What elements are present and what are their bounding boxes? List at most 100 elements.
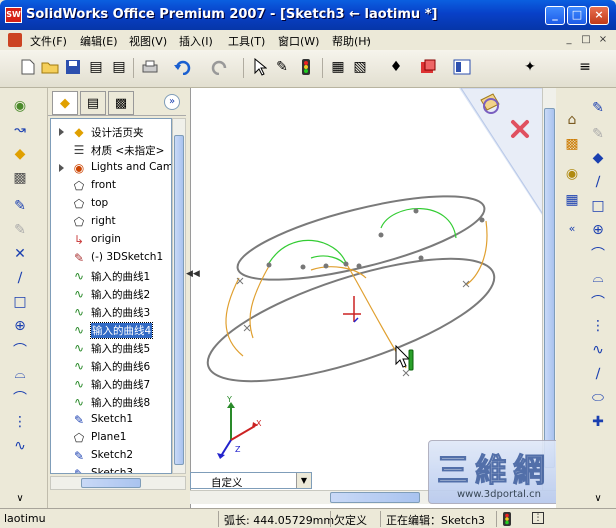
tree-item[interactable]: ⬠ top bbox=[51, 195, 171, 213]
tree-scroll-thumb[interactable] bbox=[174, 135, 184, 465]
tree-item[interactable]: ✎ (-) 3DSketch1 bbox=[51, 249, 171, 267]
viewport-vscroll-thumb[interactable] bbox=[544, 108, 555, 468]
rebuild-status-icon[interactable] bbox=[502, 512, 512, 528]
smart-dimension-icon[interactable]: ↝ bbox=[10, 120, 30, 140]
document-icon[interactable] bbox=[8, 33, 22, 47]
tree-item[interactable]: ◆ 设计活页夹 bbox=[51, 123, 171, 141]
tree-item[interactable]: ∿ 输入的曲线2 bbox=[51, 285, 171, 303]
lower-ellipse[interactable] bbox=[195, 234, 506, 407]
display-style-icon[interactable] bbox=[452, 57, 472, 77]
new-icon[interactable] bbox=[18, 57, 38, 77]
three-point-arc-icon-right[interactable]: ⌒ bbox=[588, 292, 608, 312]
section-view-icon[interactable] bbox=[418, 57, 438, 77]
viewport-vertical-scrollbar[interactable] bbox=[542, 88, 556, 490]
sketch-icon[interactable]: ✎ bbox=[10, 196, 30, 216]
expand-arrow-icon[interactable] bbox=[59, 128, 64, 136]
spline-icon[interactable]: ∿ bbox=[10, 436, 30, 456]
curve-green-1[interactable] bbox=[268, 239, 347, 264]
rebuild-icon[interactable] bbox=[296, 57, 316, 77]
appearance-icon[interactable]: ◉ bbox=[562, 164, 582, 184]
rectangle-icon-right[interactable]: □ bbox=[588, 196, 608, 216]
tree-item[interactable]: ☰ 材质 <未指定> bbox=[51, 141, 171, 159]
tree-item[interactable]: ∿ 输入的曲线7 bbox=[51, 375, 171, 393]
centerpoint-arc-icon[interactable]: ⌒ bbox=[10, 340, 30, 360]
view-orientation-select[interactable]: 自定义 ▼ bbox=[190, 472, 312, 489]
circle-icon-right[interactable]: ⊕ bbox=[588, 220, 608, 240]
tree-item[interactable]: ✎ Sketch3 bbox=[51, 465, 171, 473]
sketch-grid-icon[interactable]: ▧ bbox=[350, 57, 370, 77]
tab-property-manager-icon[interactable]: ▤ bbox=[80, 91, 106, 115]
chevron-down-icon[interactable]: ▼ bbox=[296, 473, 311, 488]
maximize-button[interactable]: □ bbox=[567, 6, 587, 25]
curve-orange-1[interactable] bbox=[225, 277, 244, 357]
tree-item[interactable]: ∿ 输入的曲线3 bbox=[51, 303, 171, 321]
tree-item[interactable]: ✎ Sketch2 bbox=[51, 447, 171, 465]
curve-green-2[interactable] bbox=[310, 255, 347, 267]
menu-view[interactable]: 视图(V) bbox=[129, 33, 167, 49]
title-bar[interactable]: SW SolidWorks Office Premium 2007 - [Ske… bbox=[0, 0, 616, 30]
toolbar-expand-icon-right[interactable]: ∨ bbox=[588, 488, 608, 508]
options-icon[interactable]: ✦ bbox=[520, 57, 540, 77]
rectangle-icon[interactable]: □ bbox=[10, 292, 30, 312]
menu-edit[interactable]: 编辑(E) bbox=[80, 33, 118, 49]
tree-vertical-scrollbar[interactable] bbox=[172, 118, 186, 474]
tangent-arc-icon[interactable]: ⌓ bbox=[10, 364, 30, 384]
tree-item[interactable]: ⬠ Plane1 bbox=[51, 429, 171, 447]
open-icon[interactable] bbox=[40, 57, 60, 77]
viewport-hscroll-thumb[interactable] bbox=[330, 492, 420, 503]
toolbar-expand-icon[interactable]: ∨ bbox=[10, 488, 30, 508]
line-icon[interactable]: ✕ bbox=[10, 244, 30, 264]
home-icon[interactable]: ⌂ bbox=[562, 110, 582, 130]
save-icon[interactable] bbox=[63, 57, 83, 77]
three-point-arc-icon[interactable]: ⌒ bbox=[10, 388, 30, 408]
tree-item[interactable]: ∿ 输入的曲线5 bbox=[51, 339, 171, 357]
close-button[interactable]: × bbox=[589, 6, 609, 25]
print-icon[interactable] bbox=[140, 57, 160, 77]
redo-icon[interactable] bbox=[210, 57, 230, 77]
custom-props-icon[interactable]: ▦ bbox=[562, 190, 582, 210]
sketch-mode-icon[interactable]: ◉ bbox=[10, 96, 30, 116]
sketch-icon-right[interactable]: ✎ bbox=[588, 98, 608, 118]
ellipse-icon[interactable]: ⬭ bbox=[588, 388, 608, 408]
tab-configuration-icon[interactable]: ▩ bbox=[108, 91, 134, 115]
view-palette-icon[interactable]: ▩ bbox=[562, 134, 582, 154]
tag-icon[interactable]: ◆ bbox=[588, 148, 608, 168]
upper-ellipse[interactable] bbox=[231, 179, 491, 297]
collapse-panel-icon[interactable]: » bbox=[164, 94, 180, 110]
expand-taskpane-icon[interactable]: « bbox=[562, 218, 582, 238]
point-icon[interactable]: ✚ bbox=[588, 412, 608, 432]
arc-icon-right[interactable]: ⌒ bbox=[588, 244, 608, 264]
centerline-icon[interactable]: ⋮ bbox=[10, 412, 30, 432]
tree-horizontal-scrollbar[interactable] bbox=[50, 476, 186, 490]
menu-file[interactable]: 文件(F) bbox=[30, 33, 67, 49]
mdi-close-button[interactable]: × bbox=[597, 34, 609, 46]
tree-item[interactable]: ◉ Lights and Came bbox=[51, 159, 171, 177]
mdi-restore-button[interactable]: □ bbox=[580, 34, 592, 46]
view-orientation-icon[interactable]: ♦ bbox=[386, 57, 406, 77]
menu-extra[interactable]: - bbox=[366, 33, 370, 46]
tree-item[interactable]: ↳ origin bbox=[51, 231, 171, 249]
select-icon[interactable] bbox=[250, 57, 270, 77]
undo-icon[interactable] bbox=[172, 57, 192, 77]
toolbar-overflow-icon[interactable]: ≡ bbox=[575, 57, 595, 77]
tree-item[interactable]: ∿ 输入的曲线8 bbox=[51, 393, 171, 411]
circle-icon[interactable]: ⊕ bbox=[10, 316, 30, 336]
help-status-icon[interactable]: ⋮ bbox=[532, 512, 544, 524]
mdi-minimize-button[interactable]: _ bbox=[563, 34, 575, 46]
line-thin-icon[interactable]: ∕ bbox=[588, 364, 608, 384]
menu-insert[interactable]: 插入(I) bbox=[179, 33, 213, 49]
select-filter-icon[interactable]: ✎ bbox=[272, 57, 292, 77]
grid-icon[interactable]: ▦ bbox=[328, 57, 348, 77]
curve-orange-2[interactable] bbox=[249, 265, 270, 339]
menu-tools[interactable]: 工具(T) bbox=[228, 33, 265, 49]
tree-hscroll-thumb[interactable] bbox=[81, 478, 141, 488]
tree-item[interactable]: ∿ 输入的曲线6 bbox=[51, 357, 171, 375]
tree-item[interactable]: ⬠ right bbox=[51, 213, 171, 231]
expand-arrow-icon[interactable] bbox=[59, 164, 64, 172]
diagonal-line-icon[interactable]: ∕ bbox=[10, 268, 30, 288]
minimize-button[interactable]: _ bbox=[545, 6, 565, 25]
tree-item[interactable]: ⬠ front bbox=[51, 177, 171, 195]
panel-splitter[interactable]: ◀◀ bbox=[186, 270, 200, 296]
centerline-icon-right[interactable]: ⋮ bbox=[588, 316, 608, 336]
tab-feature-tree-icon[interactable]: ◆ bbox=[52, 91, 78, 115]
